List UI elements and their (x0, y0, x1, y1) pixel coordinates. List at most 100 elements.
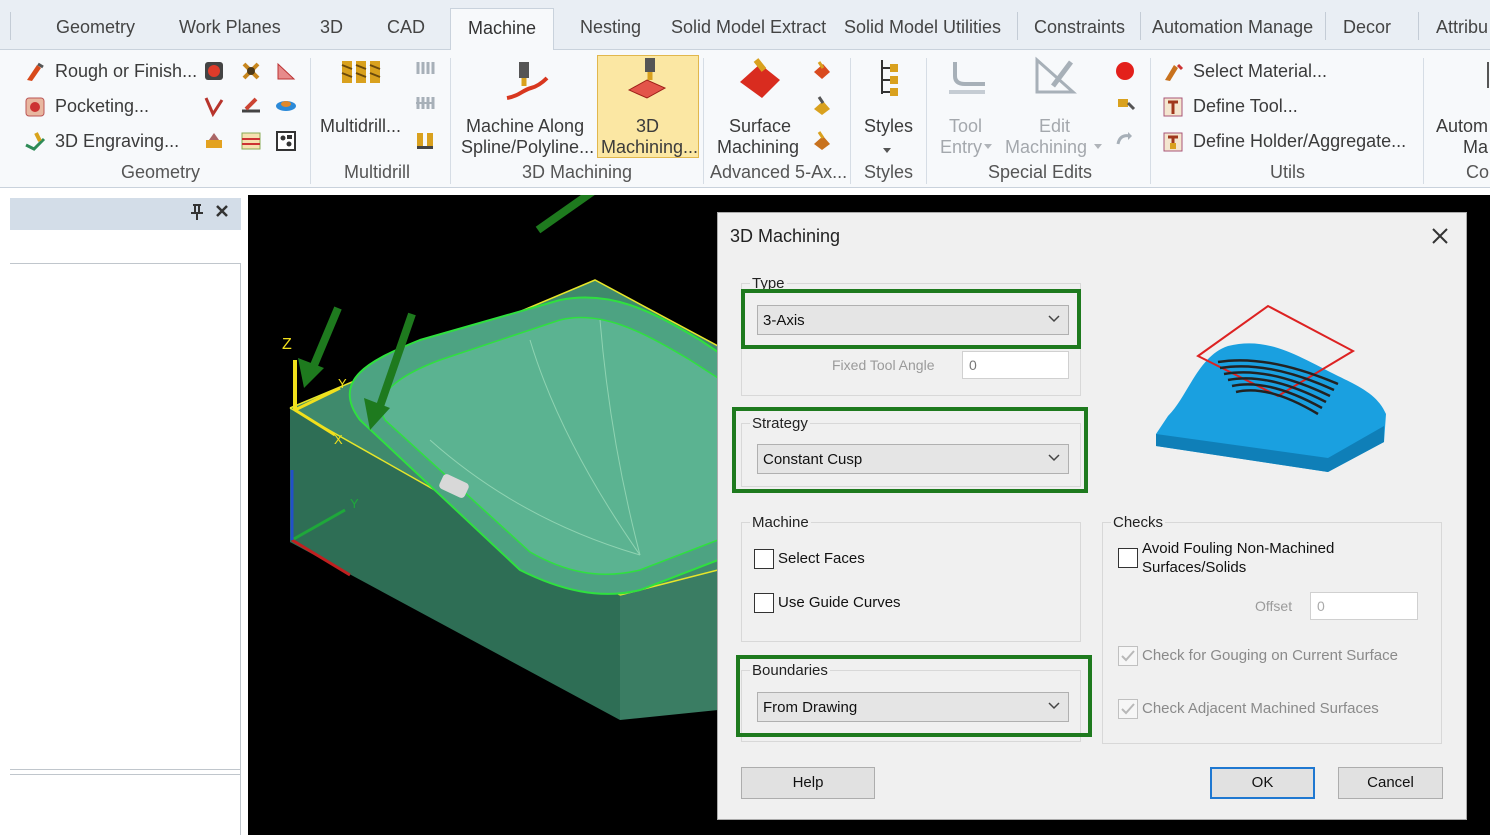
styles-button[interactable]: Styles (864, 116, 913, 137)
tab-cad[interactable]: CAD (387, 12, 425, 50)
cancel-button[interactable]: Cancel (1338, 767, 1443, 799)
ok-button[interactable]: OK (1210, 767, 1315, 799)
checkmark-icon (1121, 650, 1135, 662)
group-label-special-edits: Special Edits (988, 162, 1093, 182)
panel-header (10, 198, 241, 230)
offset-label: Offset (1255, 598, 1293, 614)
check-gouging-label: Check for Gouging on Current Surface (1142, 647, 1398, 664)
styles-dropdown-icon[interactable] (882, 147, 892, 155)
fixed-tool-angle-label: Fixed Tool Angle (832, 357, 935, 373)
check-adjacent-checkbox[interactable] (1118, 699, 1138, 719)
group-separator (703, 58, 704, 184)
rotate-tool-icon[interactable] (1114, 130, 1136, 152)
tool-entry-line2[interactable]: Entry (940, 137, 982, 158)
type-callout-box (741, 289, 1081, 349)
fixed-tool-angle-input[interactable]: 0 (962, 351, 1069, 379)
select-faces-label: Select Faces (778, 550, 865, 567)
group-label-automation: Co (1466, 162, 1490, 182)
machine-group (741, 522, 1081, 642)
select-faces-checkbox[interactable] (754, 549, 774, 569)
drill-pair-icon[interactable] (414, 130, 436, 152)
group-label-styles: Styles (864, 162, 914, 182)
tab-machine[interactable]: Machine (450, 8, 555, 51)
drill-pattern-icon[interactable] (240, 60, 262, 82)
pin-icon[interactable] (189, 203, 205, 221)
five-axis-c-icon[interactable] (811, 130, 833, 152)
drill-row-icon[interactable] (414, 58, 436, 80)
cutter-icon[interactable] (203, 60, 225, 82)
offset-input[interactable]: 0 (1310, 592, 1418, 620)
tab-attributes[interactable]: Attribu (1436, 12, 1488, 50)
tab-decor[interactable]: Decor (1343, 12, 1391, 50)
dialog-title: 3D Machining (730, 226, 841, 246)
vee-icon[interactable] (203, 95, 225, 117)
edit-machining-dropdown-icon[interactable] (1093, 143, 1103, 151)
define-holder-button[interactable]: Define Holder/Aggregate... (1193, 131, 1406, 152)
tab-separator (1140, 12, 1141, 40)
group-label-utils: Utils (1270, 162, 1305, 182)
group-label-3d-machining: 3D Machining (522, 162, 633, 182)
tab-solid-model-utilities[interactable]: Solid Model Utilities (844, 12, 1001, 50)
axis-label-y-secondary: Y (350, 496, 359, 511)
tab-3d[interactable]: 3D (320, 12, 343, 50)
use-guide-curves-label: Use Guide Curves (778, 594, 901, 611)
panel-divider (10, 263, 241, 264)
define-holder-icon (1163, 132, 1183, 152)
define-tool-button[interactable]: Define Tool... (1193, 96, 1298, 117)
dialog-close-icon[interactable] (1428, 224, 1452, 248)
pocketing-button[interactable]: Pocketing... (55, 96, 149, 117)
tab-work-planes[interactable]: Work Planes (179, 12, 281, 50)
surface-machining-line1[interactable]: Surface (729, 116, 791, 137)
tool-entry-line1[interactable]: Tool (949, 116, 982, 137)
define-tool-icon (1163, 97, 1183, 117)
profile-icon[interactable] (275, 60, 297, 82)
avoid-fouling-label-line2: Surfaces/Solids (1142, 559, 1247, 576)
tab-geometry[interactable]: Geometry (56, 12, 135, 50)
tab-nesting[interactable]: Nesting (580, 12, 641, 50)
five-axis-a-icon[interactable] (811, 60, 833, 82)
tab-automation-manager[interactable]: Automation Manage (1152, 12, 1313, 50)
grid-tool-icon[interactable] (275, 130, 297, 152)
automation-icon (1487, 62, 1489, 88)
table-icon[interactable] (240, 130, 262, 152)
rough-finish-button[interactable]: Rough or Finish... (55, 61, 197, 82)
help-button[interactable]: Help (741, 767, 875, 799)
check-adjacent-label: Check Adjacent Machined Surfaces (1142, 700, 1379, 717)
tab-constraints[interactable]: Constraints (1034, 12, 1125, 50)
tool-entry-dropdown-icon[interactable] (983, 143, 993, 151)
avoid-fouling-checkbox[interactable] (1118, 548, 1138, 568)
edit-machining-line1[interactable]: Edit (1039, 116, 1070, 137)
drill-block-icon[interactable] (414, 93, 436, 115)
multidrill-button[interactable]: Multidrill... (320, 116, 401, 137)
tab-separator (1017, 12, 1018, 40)
surface-machining-line2[interactable]: Machining (717, 137, 799, 158)
panel-divider (10, 769, 241, 770)
select-material-button[interactable]: Select Material... (1193, 61, 1327, 82)
group-label-advanced: Advanced 5-Ax... (710, 162, 848, 182)
surface-icon[interactable] (275, 95, 297, 117)
record-icon[interactable] (1114, 60, 1136, 82)
edit-machining-icon (1035, 56, 1077, 94)
automation-line1[interactable]: Autom (1436, 116, 1488, 137)
3d-machining-line1[interactable]: 3D (636, 116, 659, 137)
check-gouging-checkbox[interactable] (1118, 646, 1138, 666)
machine-along-line2[interactable]: Spline/Polyline... (461, 137, 594, 158)
axis-label-z: Z (282, 336, 292, 353)
machine-along-line1[interactable]: Machine Along (466, 116, 584, 137)
styles-icon (881, 60, 898, 96)
automation-line2[interactable]: Ma (1463, 137, 1488, 158)
tab-separator (1418, 12, 1419, 40)
axis-label-y: Y (338, 376, 347, 391)
panel-close-icon[interactable] (214, 203, 230, 219)
tool-change-icon[interactable] (1114, 95, 1136, 117)
tool-entry-icon (949, 62, 985, 94)
tab-solid-model-extract[interactable]: Solid Model Extract (671, 12, 826, 50)
group-separator (1423, 58, 1424, 184)
engraving-button[interactable]: 3D Engraving... (55, 131, 179, 152)
sander-icon[interactable] (203, 130, 225, 152)
use-guide-curves-checkbox[interactable] (754, 593, 774, 613)
3d-machining-line2[interactable]: Machining... (601, 137, 698, 158)
chamfer-icon[interactable] (240, 95, 262, 117)
edit-machining-line2[interactable]: Machining (1005, 137, 1087, 158)
five-axis-b-icon[interactable] (811, 95, 833, 117)
